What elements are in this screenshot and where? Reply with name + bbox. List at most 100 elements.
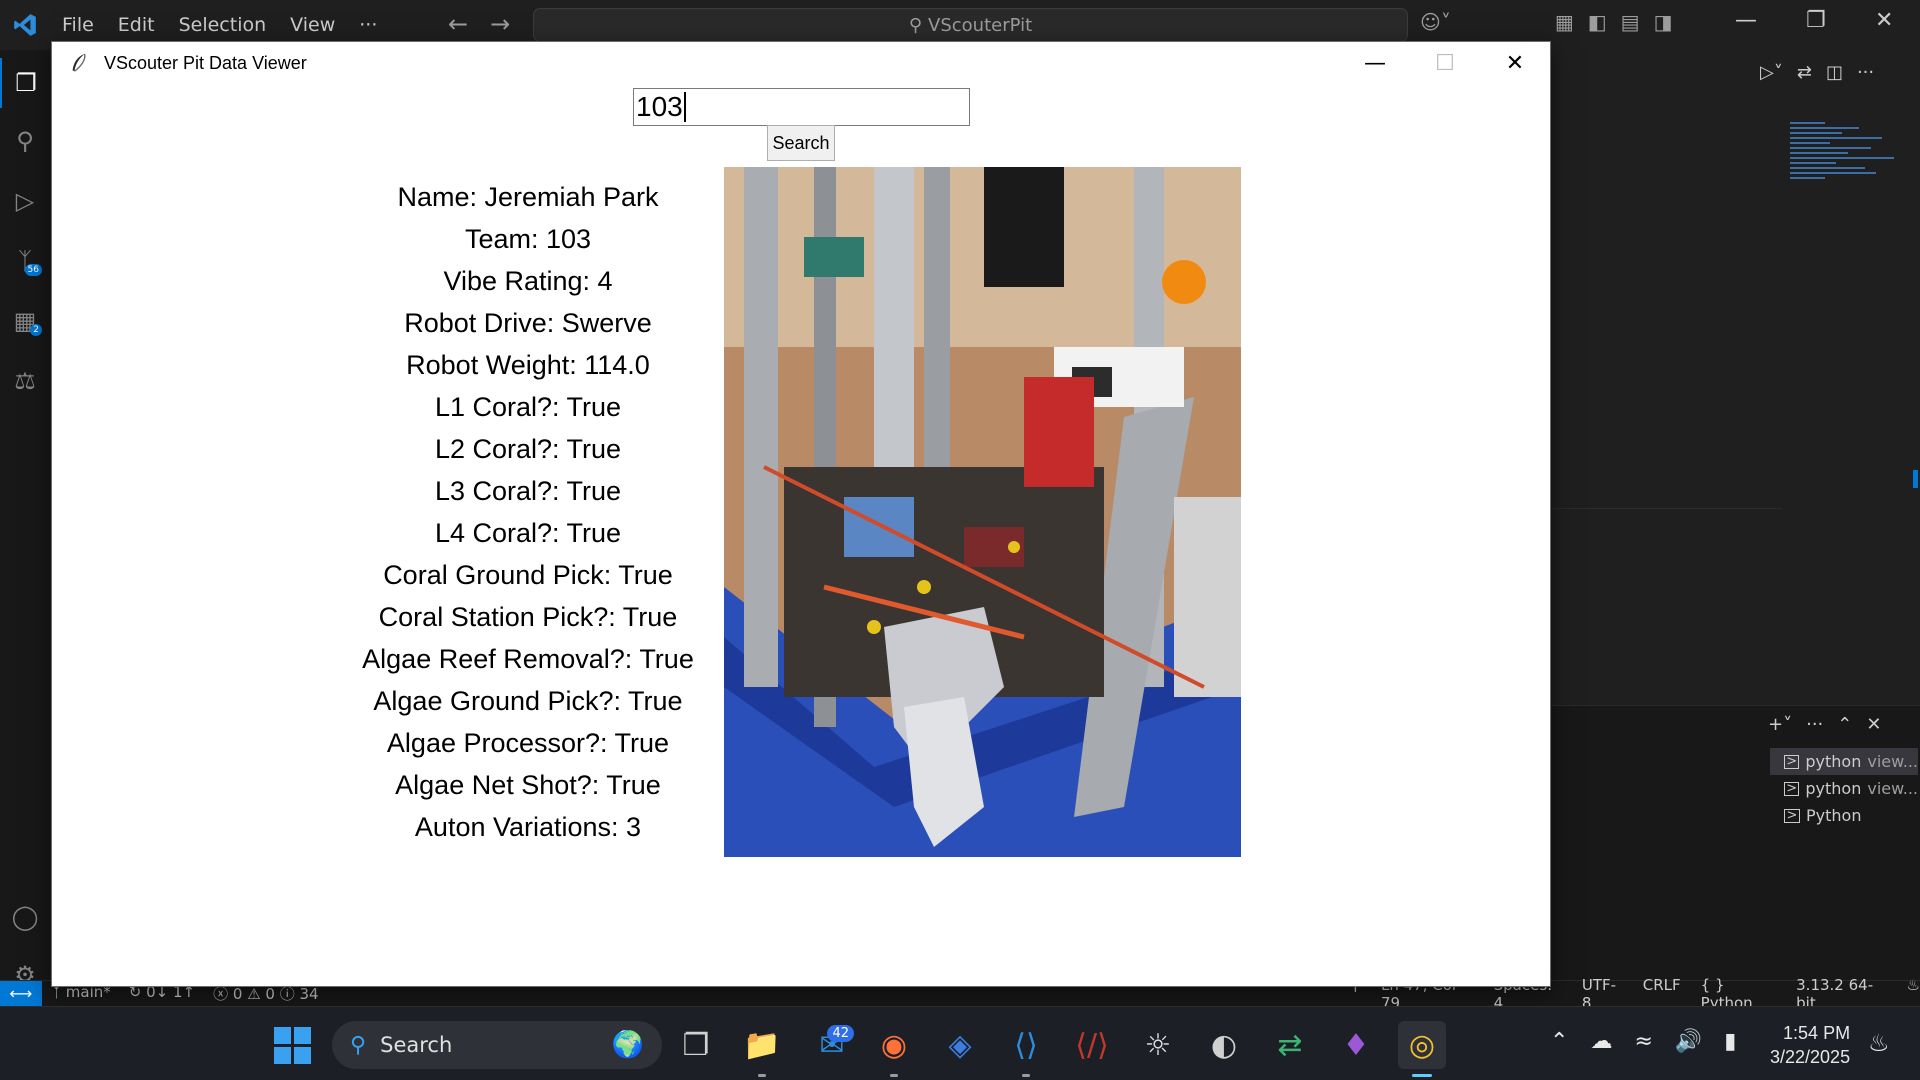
driver-station-icon[interactable]: ◐ [1200,1021,1248,1069]
app-titlebar: VScouter Pit Data Viewer — ☐ ✕ [52,42,1550,84]
terminal-icon: > [1784,754,1800,769]
editor-divider [1552,508,1782,509]
robot-photo [724,167,1241,857]
vscode-restore-icon[interactable]: ❐ [1806,8,1826,33]
app-maximize-icon: ☐ [1435,50,1455,76]
extensions-badge: 2 [30,324,42,336]
run-python-icon[interactable]: ▷˅ [1760,62,1783,83]
minimap[interactable] [1790,122,1905,222]
accounts-icon[interactable]: ◯ [0,892,50,942]
command-center[interactable]: ⚲ VScouterPit [533,8,1408,42]
activity-bar: ❐ ⚲ ▷ ᛉ 56 ▦ 2 ⚖ ◯ ⚙ [0,50,50,989]
open-changes-icon[interactable]: ⇄ [1797,62,1812,83]
navigation-arrows: ← → [448,10,510,38]
info-l4-coral: L4 Coral?: True [434,518,622,548]
panel-actions: +˅ ··· ⌃ ✕ [1768,714,1881,735]
taskbar-clock[interactable]: 1:54 PM 3/22/2025 [1770,1021,1850,1069]
menu-selection[interactable]: Selection [167,14,279,36]
search-highlight-globe-icon: 🌍 [611,1030,644,1060]
menu-file[interactable]: File [50,14,106,36]
more-actions-icon[interactable]: ··· [1857,62,1874,83]
dev-tool-icon[interactable]: ⟨/⟩ [1068,1021,1116,1069]
pit-data-viewer-window: VScouter Pit Data Viewer — ☐ ✕ 103 Searc… [51,41,1551,987]
terminal-icon: > [1784,808,1800,823]
onedrive-cloud-icon[interactable]: ☁ [1590,1029,1612,1054]
source-control-badge: 56 [24,264,42,276]
terminal-name: python [1805,779,1862,798]
info-algae-ground-pick: Algae Ground Pick?: True [373,686,683,716]
customize-layout-icon[interactable]: ▦ [1555,10,1574,34]
vscode-close-icon[interactable]: ✕ [1875,8,1893,33]
volume-icon[interactable]: 🔊 [1675,1029,1702,1054]
file-explorer-icon[interactable]: 📁 [738,1021,786,1077]
explorer-icon[interactable]: ❐ [0,58,50,108]
app-close-icon[interactable]: ✕ [1480,42,1550,84]
battery-icon[interactable]: ▮ [1724,1029,1736,1054]
mail-icon[interactable]: ✉ 42 [808,1021,856,1069]
terminal-list: > python view... > python view... > Pyth… [1770,748,1918,829]
clock-date: 3/22/2025 [1770,1047,1851,1067]
taskbar-search-icon: ⚲ [350,1032,367,1058]
editor-actions: ▷˅ ⇄ ◫ ··· [1760,62,1874,83]
team-search-input[interactable]: 103 [633,88,970,126]
maximize-panel-icon[interactable]: ⌃ [1837,714,1852,735]
menu-view[interactable]: View [278,14,347,36]
info-algae-processor: Algae Processor?: True [386,728,670,758]
terminal-item[interactable]: > python view... [1770,748,1918,775]
info-algae-reef-removal: Algae Reef Removal?: True [362,644,694,674]
clock-time: 1:54 PM [1783,1023,1851,1043]
panel-more-icon[interactable]: ··· [1806,714,1823,735]
testing-flask-icon[interactable]: ⚖ [0,356,50,406]
search-button[interactable]: Search [767,125,835,161]
app-minimize-icon[interactable]: — [1340,42,1410,84]
menu-edit[interactable]: Edit [106,14,167,36]
remote-indicator-icon[interactable]: ⟷ [0,980,42,1007]
terminal-detail: view... [1867,779,1918,798]
wifi-icon[interactable]: ≈ [1634,1029,1652,1054]
menu-bar: File Edit Selection View ··· [50,14,389,36]
taskbar-search[interactable]: ⚲ Search 🌍 [332,1021,662,1069]
search-view-icon[interactable]: ⚲ [0,116,50,166]
terminal-icon: > [1784,781,1800,796]
vscode-minimize-icon[interactable]: — [1735,8,1757,33]
info-l1-coral: L1 Coral?: True [434,392,622,422]
windows-start-icon[interactable] [274,1027,312,1065]
forward-arrow-icon[interactable]: → [490,10,510,38]
info-robot-weight: Robot Weight: 114.0 [406,350,650,380]
terminal-panel [1552,705,1920,980]
task-view-icon[interactable]: ❐ [672,1021,720,1069]
brightness-icon[interactable]: ☼ [1134,1021,1182,1069]
terminal-item[interactable]: > python view... [1770,775,1918,802]
search-icon: ⚲ [908,14,923,36]
firefox-icon[interactable]: ◉ [870,1021,918,1077]
tray-overflow-icon[interactable]: ⌃ [1550,1029,1568,1054]
back-arrow-icon[interactable]: ← [448,10,468,38]
menu-more[interactable]: ··· [347,14,389,36]
notification-center-icon[interactable]: ♨ [1868,1029,1890,1057]
wordpad-icon[interactable]: ◈ [936,1021,984,1069]
toggle-panel-icon[interactable]: ▤ [1621,10,1640,34]
text-caret [683,92,686,122]
info-algae-net-shot: Algae Net Shot?: True [395,770,661,800]
python-taskbar-icon[interactable]: ◎ [1398,1021,1446,1077]
info-name: Name: Jeremiah Park [397,182,659,212]
info-l3-coral: L3 Coral?: True [434,476,622,506]
run-debug-icon[interactable]: ▷ [0,176,50,226]
purple-app-icon[interactable]: ♦ [1332,1021,1380,1069]
copilot-icon[interactable]: ☺˅ [1420,10,1451,34]
source-control-icon[interactable]: ᛉ 56 [0,236,50,286]
new-terminal-icon[interactable]: +˅ [1768,714,1792,735]
scrollbar-marker [1913,470,1918,488]
sync-app-icon[interactable]: ⇄ [1266,1021,1314,1069]
toggle-secondary-sidebar-icon[interactable]: ◨ [1654,10,1673,34]
close-panel-icon[interactable]: ✕ [1866,714,1881,735]
info-coral-station-pick: Coral Station Pick?: True [378,602,678,632]
app-title: VScouter Pit Data Viewer [104,52,307,73]
extensions-icon[interactable]: ▦ 2 [0,296,50,346]
vscode-taskbar-icon[interactable]: ⟨⟩ [1002,1021,1050,1077]
toggle-primary-sidebar-icon[interactable]: ◧ [1588,10,1607,34]
info-vibe-rating: Vibe Rating: 4 [443,266,613,296]
command-center-label: VScouterPit [928,14,1033,36]
terminal-item[interactable]: > Python [1770,802,1918,829]
split-editor-icon[interactable]: ◫ [1826,62,1843,83]
